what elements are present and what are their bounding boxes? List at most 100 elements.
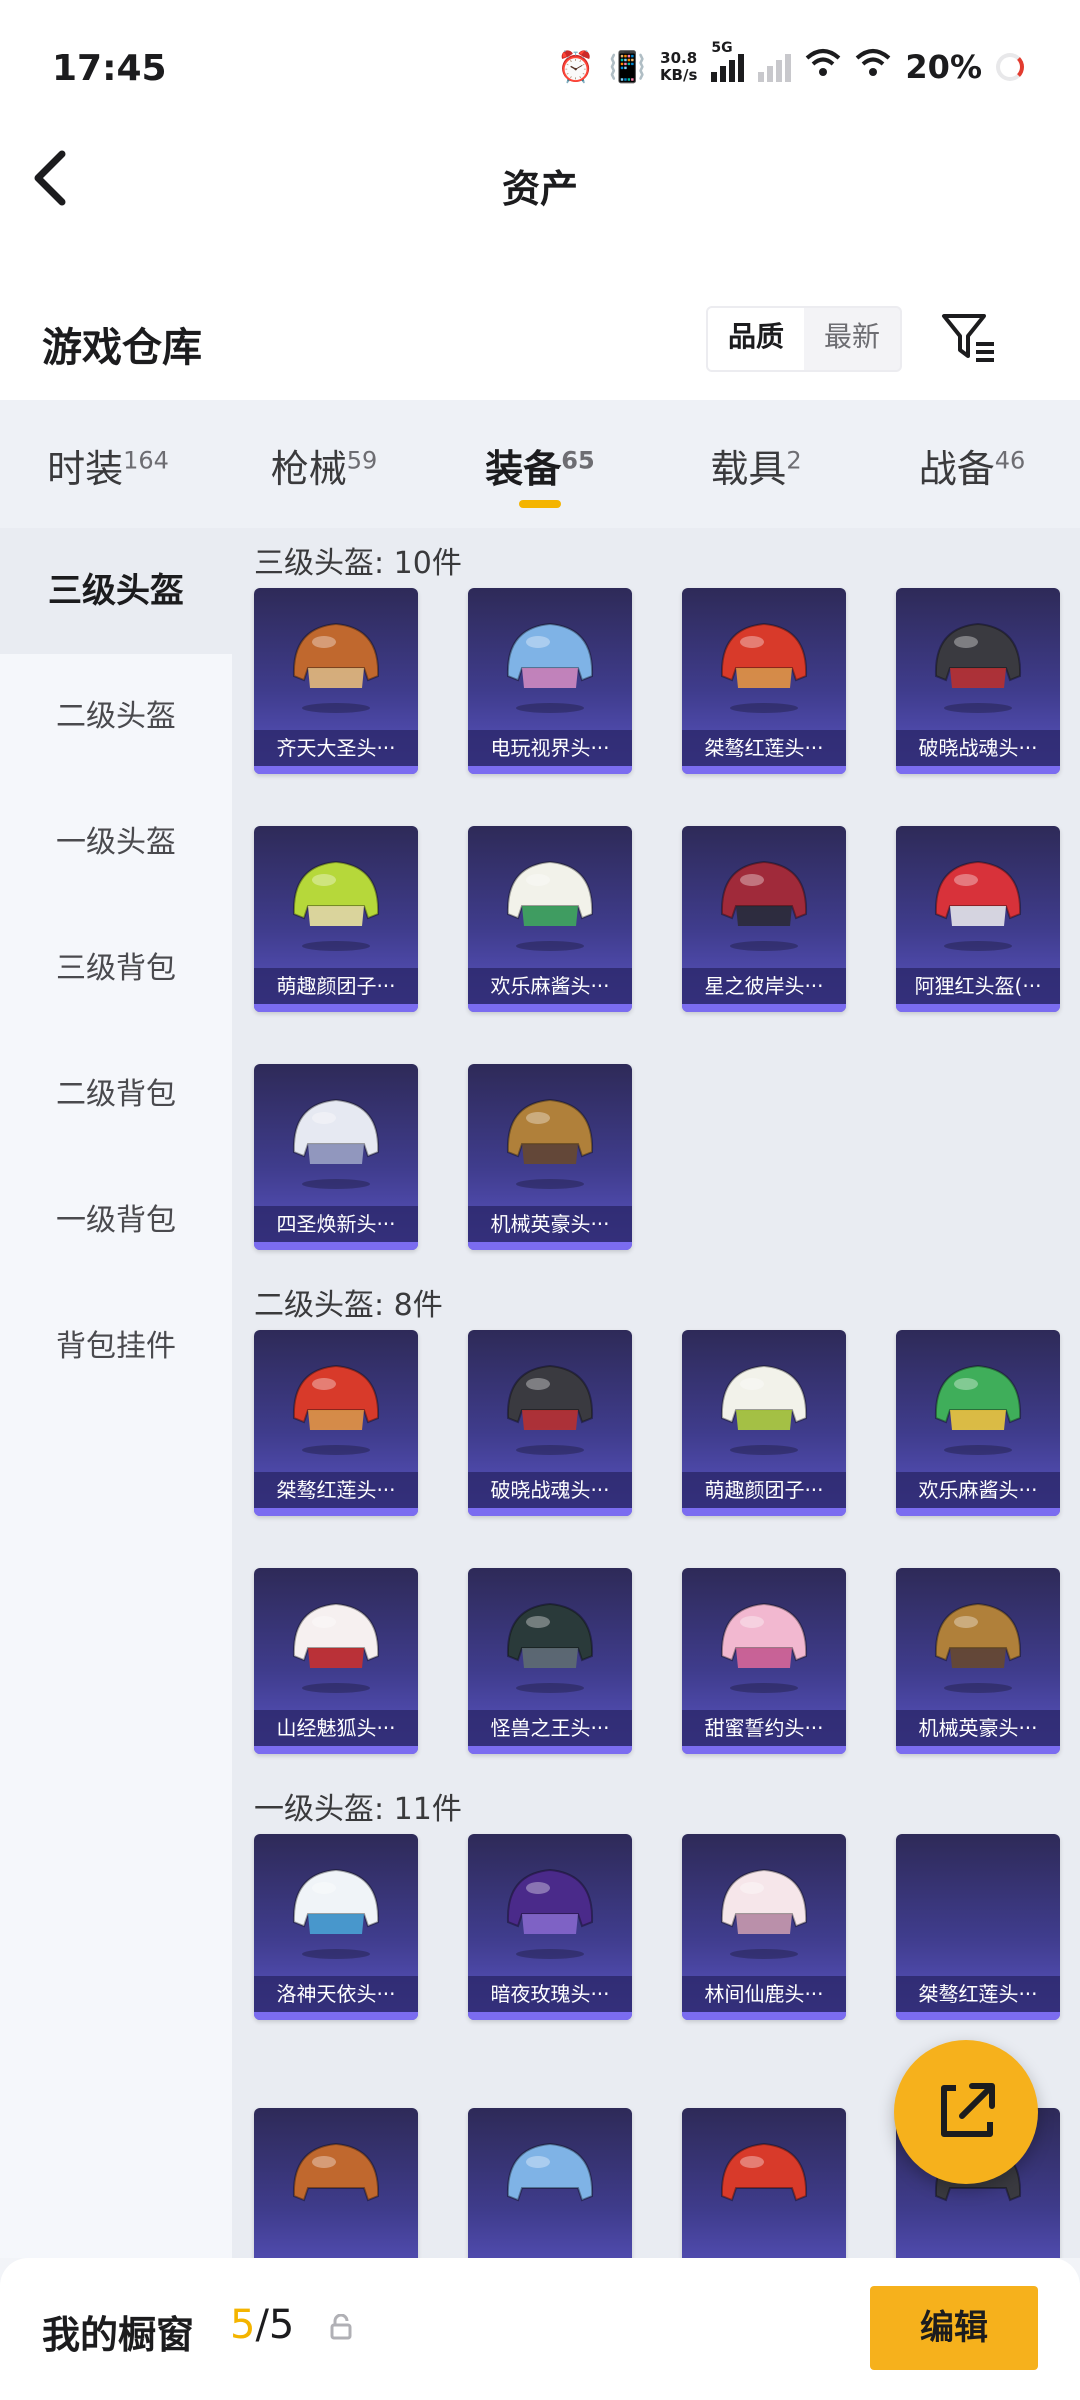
tab-equipment[interactable]: 装备65 (432, 400, 648, 528)
item-card[interactable] (682, 2108, 846, 2258)
item-grid: 三级头盔: 10件 齐天大圣头··· 电玩视界头··· 桀骜红莲头··· 破晓战魂头··… (232, 528, 1080, 2258)
group-title: 三级头盔: 10件 (254, 546, 462, 581)
tab-fashion[interactable]: 时装164 (0, 400, 216, 528)
sort-newest-button[interactable]: 最新 (804, 308, 900, 370)
rarity-bar (254, 1746, 418, 1754)
tab-label: 载具 (710, 447, 787, 491)
vibrate-icon: 📳 (608, 49, 646, 85)
item-name: 齐天大圣头··· (254, 730, 418, 766)
filter-button[interactable] (940, 310, 1000, 366)
item-card[interactable]: 四圣焕新头··· (254, 1064, 418, 1250)
item-card[interactable]: 机械英豪头··· (468, 1064, 632, 1250)
rarity-bar (682, 1746, 846, 1754)
showcase-count-current: 5 (230, 2302, 256, 2348)
item-name: 星之彼岸头··· (682, 968, 846, 1004)
external-link-icon (941, 2083, 995, 2137)
item-card[interactable]: 破晓战魂头··· (468, 1330, 632, 1516)
item-card[interactable]: 洛神天依头··· (254, 1834, 418, 2020)
tab-label: 战备 (918, 447, 995, 491)
item-card[interactable]: 桀骜红莲头··· (254, 1330, 418, 1516)
sidebar-item-backpack-lv1[interactable]: 一级背包 (0, 1158, 232, 1284)
item-name: 甜蜜誓约头··· (682, 1710, 846, 1746)
item-card[interactable]: 暗夜玫瑰头··· (468, 1834, 632, 2020)
rarity-bar (254, 2012, 418, 2020)
helmet-icon (506, 1364, 594, 1455)
item-card[interactable]: 桀骜红莲头··· (896, 1834, 1060, 2020)
item-card[interactable]: 萌趣颜团子··· (254, 826, 418, 1012)
sidebar-item-helmet-lv2[interactable]: 二级头盔 (0, 654, 232, 780)
item-name: 桀骜红莲头··· (896, 1976, 1060, 2012)
warehouse-title: 游戏仓库 (42, 325, 202, 371)
sidebar-item-helmet-lv1[interactable]: 一级头盔 (0, 780, 232, 906)
item-card[interactable]: 甜蜜誓约头··· (682, 1568, 846, 1754)
showcase-count-total: /5 (255, 2302, 295, 2348)
item-card[interactable]: 阿狸红头盔(··· (896, 826, 1060, 1012)
rarity-bar (468, 1242, 632, 1250)
share-button[interactable] (894, 2040, 1038, 2184)
item-card[interactable]: 电玩视界头··· (468, 588, 632, 774)
helmet-icon (506, 1098, 594, 1189)
item-card[interactable]: 桀骜红莲头··· (682, 588, 846, 774)
item-card[interactable]: 破晓战魂头··· (896, 588, 1060, 774)
net-speed-unit: KB/s (659, 66, 698, 84)
rarity-bar (254, 766, 418, 774)
battery-level: 20% (905, 48, 982, 86)
item-name: 桀骜红莲头··· (254, 1472, 418, 1508)
alarm-icon: ⏰ (557, 49, 595, 85)
helmet-icon (292, 1602, 380, 1693)
sort-quality-button[interactable]: 品质 (708, 308, 805, 370)
item-name: 山经魅狐头··· (254, 1710, 418, 1746)
item-card[interactable]: 星之彼岸头··· (682, 826, 846, 1012)
tab-count: 65 (561, 446, 595, 475)
rarity-bar (682, 1004, 846, 1012)
rarity-bar (896, 1004, 1060, 1012)
item-card[interactable]: 欢乐麻酱头··· (468, 826, 632, 1012)
helmet-icon (506, 860, 594, 951)
rarity-bar (682, 1508, 846, 1516)
helmet-icon (506, 2142, 594, 2202)
rarity-bar (896, 766, 1060, 774)
item-name: 怪兽之王头··· (468, 1710, 632, 1746)
item-card[interactable] (254, 2108, 418, 2258)
helmet-icon (292, 1364, 380, 1455)
top-header-area: 17:45 ⏰ 📳 30.8 KB/s 5G 20% 资产 游戏仓库 品质 最新 (0, 0, 1080, 400)
rarity-bar (896, 1746, 1060, 1754)
sidebar-item-backpack-lv2[interactable]: 二级背包 (0, 1032, 232, 1158)
sidebar-item-backpack-lv3[interactable]: 三级背包 (0, 906, 232, 1032)
tab-guns[interactable]: 枪械59 (216, 400, 432, 528)
helmet-icon (506, 1602, 594, 1693)
network-type: 5G (711, 40, 733, 56)
tab-label: 时装 (47, 447, 124, 491)
helmet-icon (720, 1602, 808, 1693)
item-card[interactable]: 怪兽之王头··· (468, 1568, 632, 1754)
tab-count: 46 (994, 446, 1026, 475)
rarity-bar (682, 766, 846, 774)
helmet-icon (292, 1868, 380, 1959)
edit-button[interactable]: 编辑 (870, 2286, 1038, 2370)
page-title: 资产 (501, 167, 578, 211)
showcase-count: 5/5 (230, 2302, 294, 2348)
item-card[interactable]: 萌趣颜团子··· (682, 1330, 846, 1516)
net-speed-value: 30.8 (660, 49, 698, 67)
item-card[interactable] (468, 2108, 632, 2258)
item-card[interactable]: 机械英豪头··· (896, 1568, 1060, 1754)
sidebar-item-helmet-lv3[interactable]: 三级头盔 (0, 528, 232, 654)
item-name: 机械英豪头··· (896, 1710, 1060, 1746)
helmet-icon (292, 622, 380, 713)
rarity-bar (254, 1242, 418, 1250)
item-card[interactable]: 齐天大圣头··· (254, 588, 418, 774)
item-name: 电玩视界头··· (468, 730, 632, 766)
category-tabs: 时装164 枪械59 装备65 载具2 战备46 (0, 400, 1080, 528)
item-card[interactable]: 山经魅狐头··· (254, 1568, 418, 1754)
helmet-icon (292, 1098, 380, 1189)
helmet-icon (720, 1364, 808, 1455)
tab-supplies[interactable]: 战备46 (864, 400, 1080, 528)
rarity-bar (468, 1004, 632, 1012)
rarity-bar (254, 1508, 418, 1516)
rarity-bar (468, 1746, 632, 1754)
sidebar-item-backpack-charm[interactable]: 背包挂件 (0, 1284, 232, 1410)
item-card[interactable]: 林间仙鹿头··· (682, 1834, 846, 2020)
tab-vehicles[interactable]: 载具2 (648, 400, 864, 528)
helmet-icon (720, 622, 808, 713)
item-card[interactable]: 欢乐麻酱头··· (896, 1330, 1060, 1516)
